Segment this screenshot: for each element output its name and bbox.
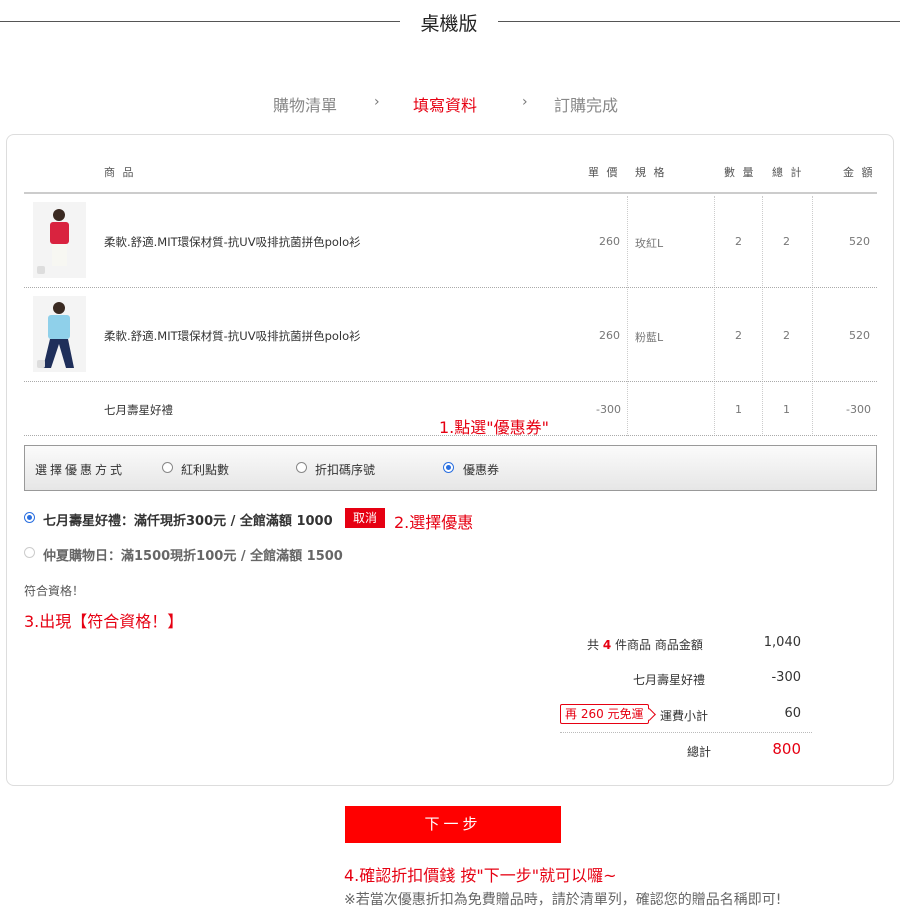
option-coupon[interactable]: 優惠券	[463, 461, 499, 478]
page-title: 桌機版	[420, 13, 478, 35]
next-step-button[interactable]: 下一步	[345, 806, 561, 843]
row-divider	[24, 287, 877, 288]
gift-name: 七月壽星好禮	[104, 403, 173, 417]
column-divider	[762, 196, 763, 436]
cancel-coupon-button[interactable]: 取消	[345, 508, 385, 528]
unit-price: 260	[599, 235, 620, 248]
annotation-step4: 4.確認折扣價錢 按"下一步"就可以囉~	[344, 866, 617, 885]
product-thumbnail[interactable]	[33, 296, 86, 372]
header-unit-price: 單 價	[588, 166, 620, 179]
annotation-step3: 3.出現【符合資格！】	[24, 612, 184, 631]
header-spec: 規 格	[635, 166, 667, 179]
spec: 粉藍L	[635, 331, 664, 344]
subtotal: 1	[783, 403, 790, 416]
product-photo-icon	[33, 296, 86, 372]
count-prefix: 共	[587, 638, 600, 652]
shirt-icon	[50, 222, 69, 244]
shipping-label: 運費小計	[660, 709, 709, 723]
header-product: 商 品	[104, 166, 136, 179]
eligibility-text: 符合資格！	[24, 584, 85, 598]
item-count-label: 共 4 件商品 商品金額	[587, 636, 703, 653]
spec: 玫紅L	[635, 237, 664, 250]
product-name[interactable]: 柔軟.舒適.MIT環保材質-抗UV吸排抗菌拼色polo衫	[104, 328, 361, 344]
coupon-discount-label: 七月壽星好禮	[633, 673, 706, 687]
radio-coupon[interactable]	[443, 462, 454, 473]
column-divider	[812, 196, 813, 436]
product-name[interactable]: 柔軟.舒適.MIT環保材質-抗UV吸排抗菌拼色polo衫	[104, 234, 361, 250]
column-divider	[714, 196, 715, 436]
discount-method-bar: 選擇優惠方式 紅利點數 折扣碼序號 優惠券	[24, 445, 877, 491]
item-count: 4	[602, 638, 612, 652]
discount-method-label: 選擇優惠方式	[35, 463, 126, 477]
chevron-right-icon: ›	[374, 94, 380, 110]
coupon-birthday-label[interactable]: 七月壽星好禮：滿仟現折300元 / 全館滿額 1000	[43, 510, 333, 529]
footnote: ※若當次優惠折扣為免費贈品時，請於清單列，確認您的贈品名稱即可!	[344, 892, 782, 908]
qty: 2	[735, 235, 742, 248]
free-shipping-badge: 再 260 元免運	[560, 704, 649, 724]
row-divider	[24, 381, 877, 382]
amount: -300	[846, 403, 871, 416]
page-header: 桌機版	[0, 9, 900, 35]
table-header-divider	[24, 192, 877, 194]
subtotal: 2	[783, 329, 790, 342]
count-suffix: 件商品 商品金額	[615, 638, 703, 652]
header-subtotal: 總 計	[772, 166, 804, 179]
annotation-step2: 2.選擇優惠	[394, 513, 474, 532]
unit-price: 260	[599, 329, 620, 342]
radio-bonus-points[interactable]	[162, 462, 173, 473]
header-divider-left	[0, 21, 400, 22]
unit-price: -300	[596, 403, 621, 416]
subtotal: 2	[783, 235, 790, 248]
header-divider-right	[498, 21, 900, 22]
checkout-steps: 購物清單 › 填寫資料 › 訂購完成	[0, 92, 900, 116]
annotation-step1: 1.點選"優惠券"	[439, 418, 549, 437]
amount: 520	[849, 235, 870, 248]
qty: 2	[735, 329, 742, 342]
step-cart: 購物清單	[273, 96, 338, 115]
radio-coupon-birthday[interactable]	[24, 512, 35, 523]
column-divider	[627, 196, 628, 436]
coupon-summer-label[interactable]: 仲夏購物日：滿1500現折100元 / 全館滿額 1500	[43, 545, 343, 564]
total-label: 總計	[687, 745, 712, 759]
option-discount-code[interactable]: 折扣碼序號	[315, 461, 375, 478]
shirt-icon	[48, 315, 70, 339]
product-thumbnail[interactable]	[33, 202, 86, 278]
amount: 520	[849, 329, 870, 342]
radio-coupon-summer[interactable]	[24, 547, 35, 558]
shipping-amount: 60	[784, 706, 801, 721]
step-complete: 訂購完成	[554, 96, 619, 115]
step-fill-info: 填寫資料	[413, 96, 478, 115]
header-amount: 金 額	[843, 166, 875, 179]
option-bonus-points[interactable]: 紅利點數	[181, 461, 229, 478]
product-photo-icon	[33, 202, 86, 278]
qty: 1	[735, 403, 742, 416]
header-qty: 數 量	[724, 166, 756, 179]
goods-amount: 1,040	[763, 635, 801, 650]
chevron-right-icon: ›	[522, 94, 528, 110]
coupon-discount-amount: -300	[771, 670, 801, 685]
summary-divider	[560, 732, 812, 733]
radio-discount-code[interactable]	[296, 462, 307, 473]
total-amount: 800	[772, 740, 801, 758]
